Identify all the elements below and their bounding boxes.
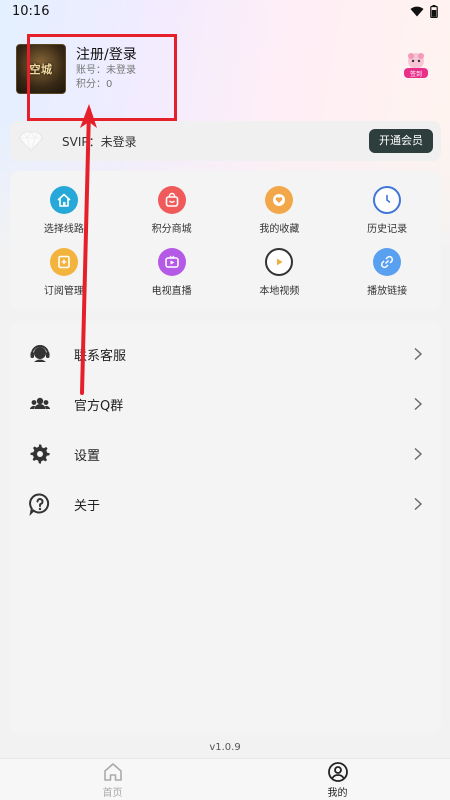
status-bar: 10:16 bbox=[0, 0, 450, 22]
shortcut-label: 订阅管理 bbox=[43, 285, 84, 297]
menu-item-label: 关于 bbox=[74, 498, 101, 514]
mascot-badge-icon[interactable]: 签到 bbox=[400, 50, 432, 82]
checkin-badge-label: 签到 bbox=[409, 71, 422, 78]
shortcut-play-link[interactable]: 播放链接 bbox=[333, 241, 441, 303]
home-icon bbox=[103, 762, 122, 781]
menu-item-settings[interactable]: 设置 bbox=[10, 429, 441, 479]
chevron-right-icon bbox=[414, 447, 423, 461]
svip-status: SVIP：未登录 bbox=[62, 134, 137, 149]
diamond-icon bbox=[18, 131, 44, 152]
heart-icon bbox=[265, 185, 294, 214]
shortcut-favorites[interactable]: 我的收藏 bbox=[226, 179, 334, 241]
user-circle-icon bbox=[327, 761, 348, 782]
shortcut-live-tv[interactable]: 电视直播 bbox=[118, 241, 226, 303]
shortcut-label: 我的收藏 bbox=[259, 223, 300, 235]
app-version: v1.0.9 bbox=[209, 742, 241, 753]
clock-icon bbox=[373, 185, 402, 214]
menu-item-about[interactable]: 关于 bbox=[10, 479, 441, 529]
shortcut-label: 积分商城 bbox=[151, 223, 192, 235]
menu-item-label: 设置 bbox=[74, 448, 101, 464]
tv-icon bbox=[157, 247, 186, 276]
status-time: 10:16 bbox=[12, 3, 50, 19]
shortcut-label: 电视直播 bbox=[151, 285, 192, 297]
chevron-right-icon bbox=[414, 347, 423, 361]
points-value: 积分：0 bbox=[76, 79, 113, 90]
avatar[interactable]: 空城 bbox=[16, 44, 66, 94]
bookmark-icon bbox=[49, 247, 78, 276]
nav-home-label: 首页 bbox=[102, 787, 123, 799]
group-icon bbox=[28, 392, 52, 416]
wifi-icon bbox=[410, 6, 424, 16]
vip-card: SVIP：未登录 开通会员 bbox=[10, 121, 441, 161]
open-membership-button[interactable]: 开通会员 bbox=[369, 129, 433, 153]
menu-item-label: 官方Q群 bbox=[74, 398, 124, 414]
menu-list: 联系客服 官方Q群 设置 关于 bbox=[10, 321, 441, 733]
avatar-logo-text: 空城 bbox=[29, 63, 53, 76]
shortcut-points-mall[interactable]: 积分商城 bbox=[118, 179, 226, 241]
bottom-nav: 首页 我的 bbox=[0, 758, 450, 800]
menu-item-contact-support[interactable]: 联系客服 bbox=[10, 329, 441, 379]
login-link[interactable]: 注册/登录 bbox=[76, 46, 137, 64]
gear-icon bbox=[28, 442, 52, 466]
chevron-right-icon bbox=[414, 497, 423, 511]
play-icon bbox=[265, 247, 294, 276]
chevron-right-icon bbox=[414, 397, 423, 411]
nav-mine-label: 我的 bbox=[327, 787, 348, 799]
shortcut-select-route[interactable]: 选择线路 bbox=[10, 179, 118, 241]
shortcut-label: 本地视频 bbox=[259, 285, 300, 297]
profile-login[interactable]: 空城 注册/登录 账号：未登录 积分：0 bbox=[16, 44, 137, 94]
menu-item-label: 联系客服 bbox=[74, 348, 127, 364]
link-icon bbox=[373, 247, 402, 276]
battery-icon bbox=[430, 4, 438, 18]
nav-tab-home[interactable]: 首页 bbox=[0, 759, 225, 800]
nav-tab-mine[interactable]: 我的 bbox=[225, 759, 450, 800]
menu-item-official-qq-group[interactable]: 官方Q群 bbox=[10, 379, 441, 429]
headset-icon bbox=[28, 342, 52, 366]
shortcut-label: 历史记录 bbox=[367, 223, 408, 235]
shortcut-label: 播放链接 bbox=[367, 285, 408, 297]
shortcut-history[interactable]: 历史记录 bbox=[333, 179, 441, 241]
shortcut-local-video[interactable]: 本地视频 bbox=[226, 241, 334, 303]
question-icon bbox=[28, 492, 52, 516]
account-status: 账号：未登录 bbox=[76, 65, 136, 76]
shortcut-label: 选择线路 bbox=[43, 223, 84, 235]
shortcut-grid: 选择线路 积分商城 我的收藏 历史记录 订阅管理 电视直播 本地视频 播放链接 bbox=[10, 171, 441, 311]
house-icon bbox=[49, 185, 78, 214]
shortcut-subscriptions[interactable]: 订阅管理 bbox=[10, 241, 118, 303]
shopping-bag-icon bbox=[157, 185, 186, 214]
